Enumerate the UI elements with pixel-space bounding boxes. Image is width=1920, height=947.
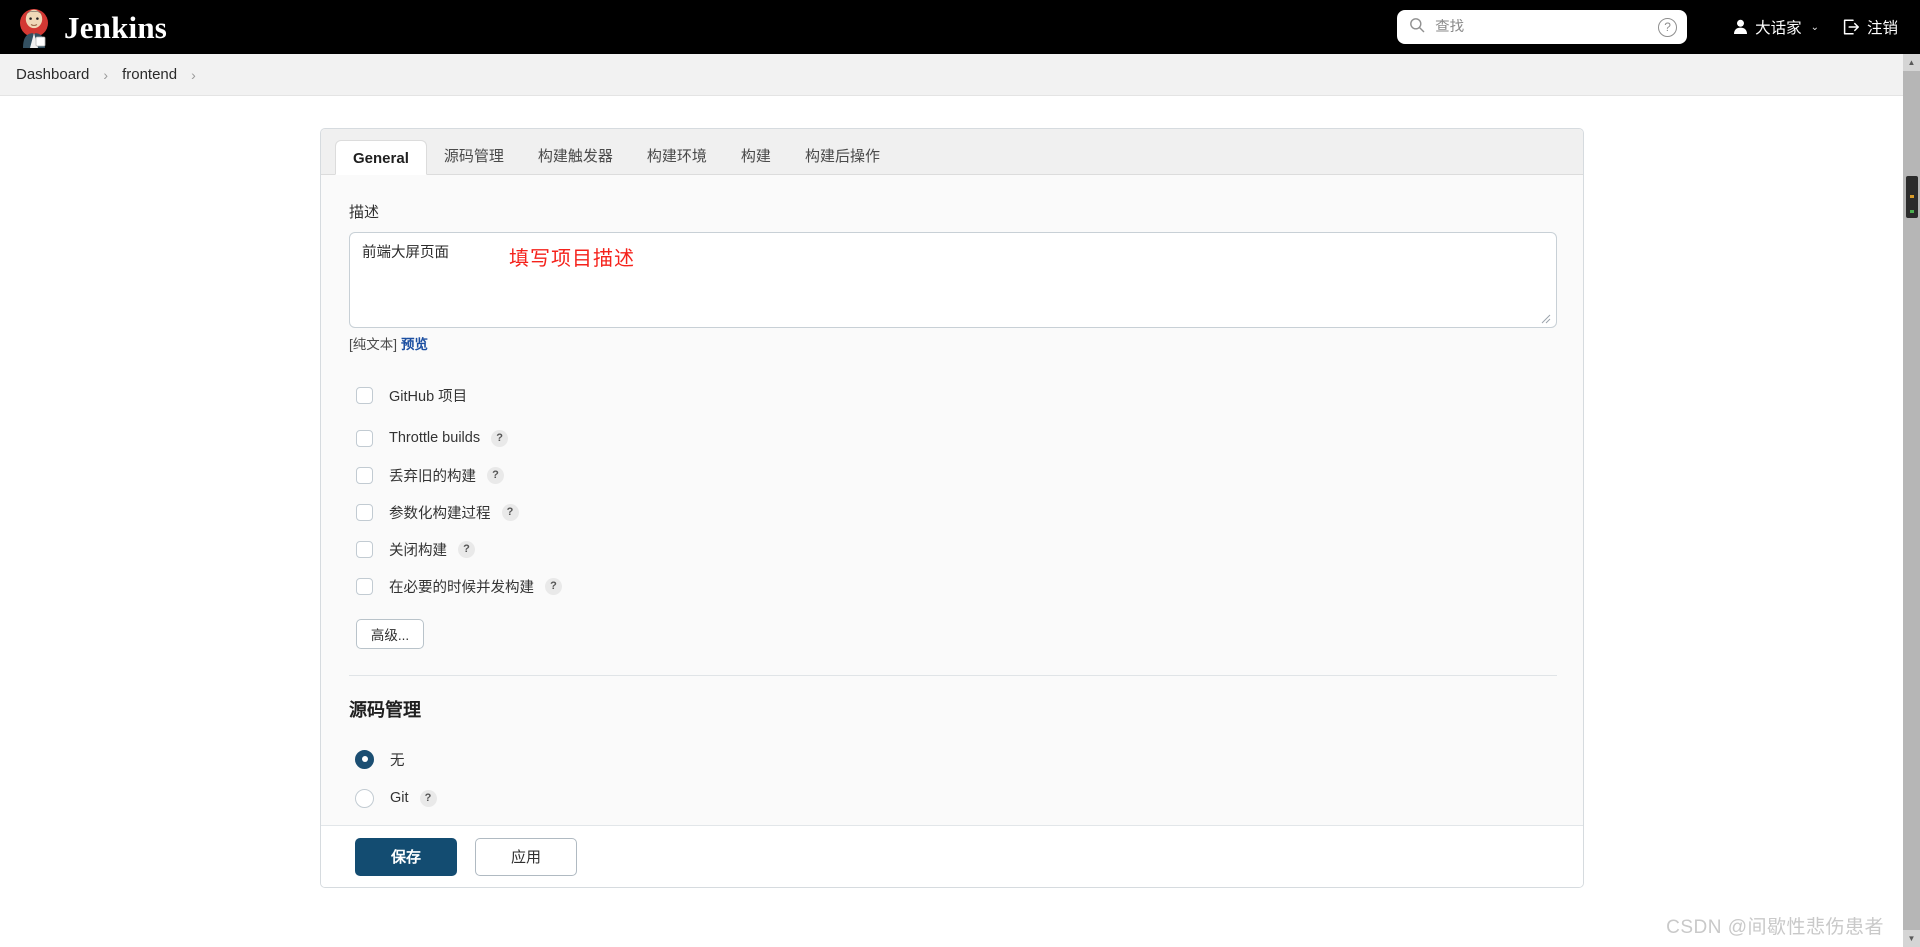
preview-link[interactable]: 预览 xyxy=(401,337,428,352)
checkbox-disable-build[interactable] xyxy=(356,540,373,558)
option-github-project[interactable]: GitHub 项目 xyxy=(349,380,1555,410)
tab-general[interactable]: General xyxy=(335,140,427,175)
logout-label: 注销 xyxy=(1866,20,1898,37)
logout-icon xyxy=(1843,19,1860,35)
user-name: 大话家 xyxy=(1755,20,1802,37)
jenkins-butler-logo-icon xyxy=(14,6,54,48)
checkbox-concurrent-builds[interactable] xyxy=(356,577,373,595)
scrollbar-thumb[interactable] xyxy=(1906,176,1918,218)
form-action-bar: 保存 应用 xyxy=(321,825,1583,887)
checkbox-parameterized-build[interactable] xyxy=(356,503,373,521)
configure-card: General 源码管理 构建触发器 构建环境 构建 构建后操作 描述 前端大屏… xyxy=(320,128,1584,888)
logout-button[interactable]: 注销 xyxy=(1843,16,1898,38)
tab-build-environment[interactable]: 构建环境 xyxy=(630,139,724,174)
help-icon-concurrent-builds[interactable]: ? xyxy=(545,577,562,595)
config-tabs: General 源码管理 构建触发器 构建环境 构建 构建后操作 xyxy=(321,129,1583,175)
help-icon-scm-git[interactable]: ? xyxy=(419,789,437,807)
search-help-icon[interactable]: ? xyxy=(1658,17,1678,37)
radio-dot-icon xyxy=(361,756,368,762)
plain-text-label: [纯文本] xyxy=(349,337,398,352)
save-button[interactable]: 保存 xyxy=(355,837,457,876)
description-field-wrap: 填写项目描述 xyxy=(349,232,1557,328)
option-concurrent-builds[interactable]: 在必要的时候并发构建 ? xyxy=(349,571,1555,601)
breadcrumb-item-dashboard[interactable]: Dashboard xyxy=(16,66,89,83)
search-input[interactable] xyxy=(1435,19,1636,35)
brand-title: Jenkins xyxy=(64,9,168,45)
tab-build[interactable]: 构建 xyxy=(724,139,788,174)
description-input[interactable] xyxy=(349,232,1557,328)
option-parameterized-build[interactable]: 参数化构建过程 ? xyxy=(349,497,1555,527)
watermark-text: CSDN @间歇性悲伤患者 xyxy=(1666,917,1884,938)
app-root: Jenkins ? xyxy=(0,0,1920,947)
tab-build-triggers[interactable]: 构建触发器 xyxy=(521,139,630,174)
general-form: 描述 填写项目描述 [纯文本]预览 xyxy=(321,175,1583,825)
search-box[interactable]: ? xyxy=(1397,10,1688,44)
label-github-project[interactable]: GitHub 项目 xyxy=(389,385,467,406)
label-throttle-builds[interactable]: Throttle builds xyxy=(389,430,480,446)
apply-button[interactable]: 应用 xyxy=(475,837,577,876)
general-options-list: GitHub 项目 Throttle builds ? 丢弃旧的构建 ? 参数化… xyxy=(349,380,1555,649)
label-discard-old-builds[interactable]: 丢弃旧的构建 xyxy=(389,465,476,486)
option-discard-old-builds[interactable]: 丢弃旧的构建 ? xyxy=(349,460,1555,490)
scm-option-none[interactable]: 无 xyxy=(349,744,1555,774)
description-label: 描述 xyxy=(349,204,380,221)
scm-section-title: 源码管理 xyxy=(349,700,421,720)
help-icon-throttle-builds[interactable]: ? xyxy=(491,429,509,447)
scroll-marker-tick-amber xyxy=(1910,195,1914,198)
help-icon-parameterized-build[interactable]: ? xyxy=(501,503,519,521)
description-format-row: [纯文本] 预览 xyxy=(349,333,1555,353)
radio-scm-none[interactable] xyxy=(355,749,374,769)
scm-options: 无 Git ? xyxy=(349,744,1555,813)
label-concurrent-builds[interactable]: 在必要的时候并发构建 xyxy=(389,576,534,597)
checkbox-discard-old-builds[interactable] xyxy=(356,466,373,484)
label-disable-build[interactable]: 关闭构建 xyxy=(389,539,447,560)
scm-option-git[interactable]: Git ? xyxy=(349,783,1555,813)
search-icon xyxy=(1409,17,1425,38)
jenkins-brand-link[interactable]: Jenkins xyxy=(14,6,167,48)
scroll-marker-tick-green xyxy=(1910,210,1914,213)
section-divider xyxy=(349,675,1557,676)
breadcrumb-separator: › xyxy=(103,66,109,83)
help-icon-discard-old-builds[interactable]: ? xyxy=(487,466,504,484)
radio-scm-git[interactable] xyxy=(355,788,374,808)
checkbox-throttle-builds[interactable] xyxy=(356,429,373,447)
top-header: Jenkins ? xyxy=(0,0,1920,54)
scroll-down-arrow-icon[interactable]: ▼ xyxy=(1903,930,1920,947)
tab-post-build-actions[interactable]: 构建后操作 xyxy=(788,139,897,174)
breadcrumb-separator-trailing: › xyxy=(191,66,196,83)
header-right-group: ? 大话家 ⌄ xyxy=(1397,0,1898,54)
person-icon xyxy=(1733,19,1748,35)
option-throttle-builds[interactable]: Throttle builds ? xyxy=(349,423,1555,453)
help-icon-disable-build[interactable]: ? xyxy=(458,540,475,558)
page-body: General 源码管理 构建触发器 构建环境 构建 构建后操作 描述 前端大屏… xyxy=(0,96,1920,947)
label-scm-none[interactable]: 无 xyxy=(390,749,405,770)
chevron-down-icon: ⌄ xyxy=(1810,21,1819,33)
tab-source-code-management[interactable]: 源码管理 xyxy=(427,139,521,174)
advanced-button[interactable]: 高级... xyxy=(356,619,424,649)
label-parameterized-build[interactable]: 参数化构建过程 xyxy=(389,502,491,523)
checkbox-github-project[interactable] xyxy=(356,386,373,404)
label-scm-git[interactable]: Git xyxy=(390,790,409,806)
user-menu[interactable]: 大话家 ⌄ xyxy=(1733,16,1819,38)
option-disable-build[interactable]: 关闭构建 ? xyxy=(349,534,1555,564)
breadcrumb: Dashboard › frontend › xyxy=(0,54,1920,96)
breadcrumb-item-frontend[interactable]: frontend xyxy=(122,66,177,83)
scroll-up-arrow-icon[interactable]: ▲ xyxy=(1903,54,1920,71)
